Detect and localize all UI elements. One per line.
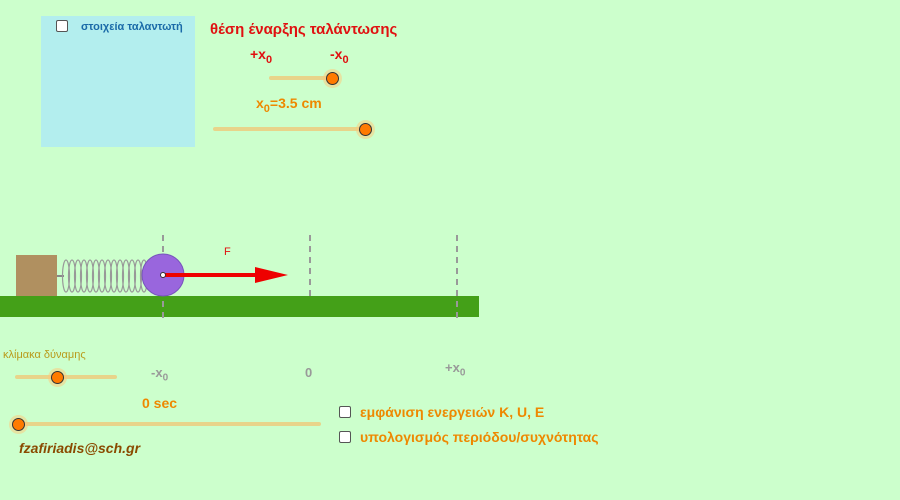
- start-position-slider-track[interactable]: [269, 76, 332, 80]
- info-panel: [41, 16, 195, 147]
- start-right-label: -x0: [330, 46, 349, 66]
- ground: [0, 296, 479, 317]
- time-label: 0 sec: [142, 395, 178, 411]
- start-position-title: θέση έναρξης ταλάντωσης: [210, 21, 398, 38]
- mass-center-dot: [160, 272, 166, 278]
- force-scale-label: κλίμακα δύναμης: [3, 349, 86, 361]
- axis-label-plus-x0: +x0: [445, 360, 466, 379]
- oscillator-diagram: [0, 235, 479, 320]
- axis-label-minus-x0: -x0: [151, 365, 169, 384]
- spring: [61, 259, 149, 293]
- force-scale-slider-knob[interactable]: [51, 371, 64, 384]
- amplitude-label: x0=3.5 cm: [256, 95, 322, 115]
- period-label: υπολογισμός περιόδου/συχνότητας: [360, 429, 599, 445]
- force-label: F: [224, 246, 231, 258]
- info-panel-checkbox[interactable]: [56, 20, 68, 32]
- time-slider-knob[interactable]: [12, 418, 25, 431]
- axis-label-zero: 0: [305, 365, 313, 380]
- energies-checkbox[interactable]: [339, 406, 351, 418]
- amplitude-slider-knob[interactable]: [359, 123, 372, 136]
- time-slider-track[interactable]: [18, 422, 321, 426]
- start-position-slider-knob[interactable]: [326, 72, 339, 85]
- period-checkbox[interactable]: [339, 431, 351, 443]
- force-arrow-head: [255, 267, 288, 283]
- start-left-label: +x0: [250, 46, 273, 66]
- energies-label: εμφάνιση ενεργειών K, U, E: [360, 404, 545, 420]
- force-scale-slider-track[interactable]: [15, 375, 117, 379]
- wall-block: [16, 255, 57, 296]
- info-panel-label: στοιχεία ταλαντωτή: [81, 21, 183, 33]
- amplitude-slider-track[interactable]: [213, 127, 365, 131]
- author-email: fzafiriadis@sch.gr: [19, 440, 141, 456]
